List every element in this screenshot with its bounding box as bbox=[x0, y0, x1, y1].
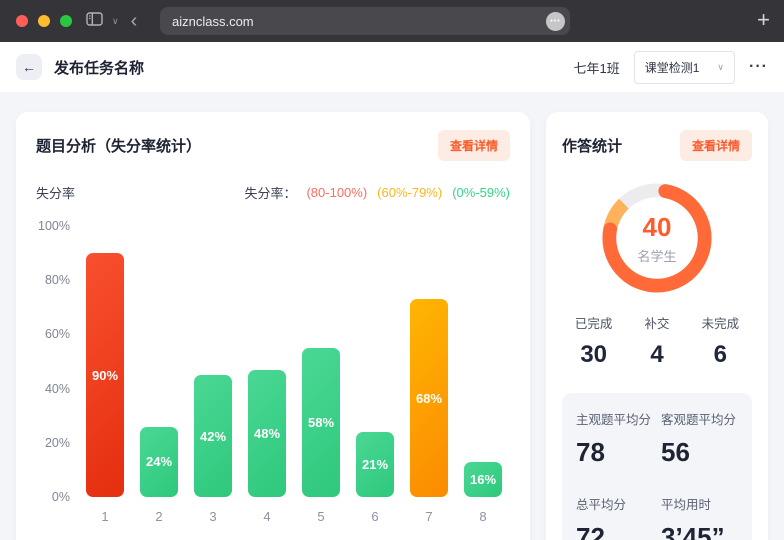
avg-value: 3’45” bbox=[661, 522, 738, 540]
legend-item-low: (0%-59%) bbox=[452, 185, 510, 200]
legend-item-mid: (60%-79%) bbox=[377, 185, 442, 200]
minimize-window-button[interactable] bbox=[38, 15, 50, 27]
page-title: 发布任务名称 bbox=[54, 57, 144, 78]
avg-label: 主观题平均分 bbox=[576, 409, 653, 428]
stat-value: 6 bbox=[689, 341, 752, 369]
avg-subjective: 主观题平均分 78 bbox=[576, 409, 653, 468]
bar-value-label: 48% bbox=[254, 426, 280, 441]
x-tick: 5 bbox=[294, 509, 348, 524]
stat-completed: 已完成 30 bbox=[562, 313, 625, 369]
analysis-card-title: 题目分析（失分率统计） bbox=[36, 135, 201, 156]
close-window-button[interactable] bbox=[16, 15, 28, 27]
bar-chart: 100% 80% 60% 40% 20% 0% 90% 24% 42% 48% … bbox=[36, 226, 510, 524]
y-tick: 40% bbox=[45, 382, 70, 396]
select-chevron-icon: ∨ bbox=[717, 62, 724, 73]
x-tick: 4 bbox=[240, 509, 294, 524]
browser-toolbar: ∨ ‹ aiznclass.com ••• + bbox=[0, 0, 784, 42]
bar-value-label: 21% bbox=[362, 457, 388, 472]
plot-area: 90% 24% 42% 48% 58% 21% 68% 16% bbox=[78, 226, 510, 497]
chart-bar-6[interactable]: 21% bbox=[356, 432, 394, 497]
stat-notdone: 未完成 6 bbox=[689, 313, 752, 369]
maximize-window-button[interactable] bbox=[60, 15, 72, 27]
chart-bar-5[interactable]: 58% bbox=[302, 348, 340, 497]
avg-value: 72 bbox=[576, 522, 653, 540]
stat-late: 补交 4 bbox=[625, 313, 688, 369]
legend-item-high: (80-100%) bbox=[306, 185, 367, 200]
avg-value: 78 bbox=[576, 437, 653, 468]
completion-donut-chart: 40 名学生 bbox=[602, 183, 712, 293]
task-select-value: 课堂检测1 bbox=[645, 59, 700, 76]
answer-stats-card: 作答统计 查看详情 40 名学生 已完成 30 补交 4 bbox=[546, 112, 768, 540]
page-options-icon[interactable]: ••• bbox=[546, 12, 565, 31]
stat-value: 4 bbox=[625, 341, 688, 369]
address-bar[interactable]: aiznclass.com ••• bbox=[160, 7, 570, 35]
completion-stats: 已完成 30 补交 4 未完成 6 bbox=[562, 313, 752, 369]
analysis-view-details-button[interactable]: 查看详情 bbox=[438, 130, 510, 161]
bar-value-label: 42% bbox=[200, 429, 226, 444]
traffic-lights bbox=[16, 15, 72, 27]
y-axis: 100% 80% 60% 40% 20% 0% bbox=[36, 226, 78, 497]
chart-legend: 失分率： (80-100%) (60%-79%) (0%-59%) bbox=[244, 183, 510, 202]
answer-card-title: 作答统计 bbox=[562, 135, 622, 156]
y-tick: 20% bbox=[45, 436, 70, 450]
x-tick: 1 bbox=[78, 509, 132, 524]
x-tick: 3 bbox=[186, 509, 240, 524]
avg-label: 客观题平均分 bbox=[661, 409, 738, 428]
stat-label: 补交 bbox=[625, 313, 688, 332]
answer-view-details-button[interactable]: 查看详情 bbox=[680, 130, 752, 161]
y-axis-title: 失分率 bbox=[36, 183, 75, 202]
avg-objective: 客观题平均分 56 bbox=[661, 409, 738, 468]
avg-total: 总平均分 72 bbox=[576, 494, 653, 540]
question-analysis-card: 题目分析（失分率统计） 查看详情 失分率 失分率： (80-100%) (60%… bbox=[16, 112, 530, 540]
y-tick: 60% bbox=[45, 327, 70, 341]
new-tab-button[interactable]: + bbox=[757, 7, 770, 33]
task-select-dropdown[interactable]: 课堂检测1 ∨ bbox=[634, 51, 735, 84]
bar-value-label: 24% bbox=[146, 454, 172, 469]
url-text: aiznclass.com bbox=[172, 14, 254, 29]
x-tick: 2 bbox=[132, 509, 186, 524]
chart-bar-4[interactable]: 48% bbox=[248, 370, 286, 497]
bar-value-label: 68% bbox=[416, 391, 442, 406]
chevron-down-icon[interactable]: ∨ bbox=[112, 16, 119, 27]
x-tick: 6 bbox=[348, 509, 402, 524]
stat-value: 30 bbox=[562, 341, 625, 369]
student-total-unit: 名学生 bbox=[637, 246, 676, 265]
stat-label: 已完成 bbox=[562, 313, 625, 332]
chart-bar-2[interactable]: 24% bbox=[140, 427, 178, 497]
averages-box: 主观题平均分 78 客观题平均分 56 总平均分 72 平均用时 3’45” bbox=[562, 393, 752, 540]
y-tick: 100% bbox=[38, 219, 70, 233]
y-tick: 80% bbox=[45, 273, 70, 287]
chart-bar-3[interactable]: 42% bbox=[194, 375, 232, 497]
bar-value-label: 58% bbox=[308, 415, 334, 430]
legend-prefix: 失分率： bbox=[244, 183, 296, 202]
avg-label: 平均用时 bbox=[661, 494, 738, 513]
chart-bar-8[interactable]: 16% bbox=[464, 462, 502, 497]
x-tick: 7 bbox=[402, 509, 456, 524]
y-tick: 0% bbox=[52, 490, 70, 504]
browser-back-icon[interactable]: ‹ bbox=[131, 11, 138, 31]
stat-label: 未完成 bbox=[689, 313, 752, 332]
avg-time: 平均用时 3’45” bbox=[661, 494, 738, 540]
page-header: ← 发布任务名称 七年1班 课堂检测1 ∨ ··· bbox=[0, 42, 784, 92]
chart-bar-1[interactable]: 90% bbox=[86, 253, 124, 497]
class-name-label: 七年1班 bbox=[574, 58, 620, 77]
student-total: 40 bbox=[643, 212, 672, 243]
avg-label: 总平均分 bbox=[576, 494, 653, 513]
sidebar-icon[interactable] bbox=[86, 12, 103, 31]
x-tick: 8 bbox=[456, 509, 510, 524]
x-axis: 1 2 3 4 5 6 7 8 bbox=[78, 509, 510, 524]
bar-value-label: 16% bbox=[470, 472, 496, 487]
chart-bar-7[interactable]: 68% bbox=[410, 299, 448, 497]
back-button[interactable]: ← bbox=[16, 54, 42, 80]
content-area: 题目分析（失分率统计） 查看详情 失分率 失分率： (80-100%) (60%… bbox=[0, 92, 784, 540]
more-menu-icon[interactable]: ··· bbox=[749, 58, 768, 76]
avg-value: 56 bbox=[661, 437, 738, 468]
bar-value-label: 90% bbox=[92, 368, 118, 383]
